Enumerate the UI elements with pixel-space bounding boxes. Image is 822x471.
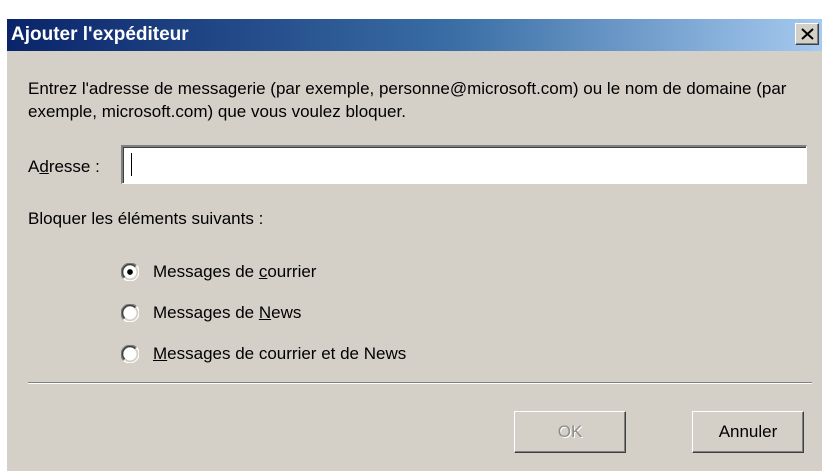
add-sender-dialog: Ajouter l'expéditeur Entrez l'adresse de…	[7, 19, 822, 471]
block-items-label: Bloquer les éléments suivants :	[28, 209, 264, 228]
radio-news-label: Messages de News	[153, 303, 302, 322]
radio-unselected-icon[interactable]	[121, 304, 139, 322]
separator-line	[28, 382, 812, 384]
radio-selected-icon[interactable]	[121, 263, 139, 281]
address-label: Adresse :	[28, 157, 100, 176]
instruction-text: Entrez l'adresse de messagerie (par exem…	[28, 79, 787, 121]
close-icon	[801, 28, 814, 40]
radio-mail-label: Messages de courrier	[153, 262, 317, 281]
address-input[interactable]	[121, 145, 807, 184]
title-bar[interactable]: Ajouter l'expéditeur	[7, 19, 822, 51]
radio-mail-and-news-label: Messages de courrier et de News	[153, 344, 407, 363]
ok-button[interactable]: OK	[514, 411, 626, 453]
close-button[interactable]	[795, 23, 819, 45]
radio-unselected-icon[interactable]	[121, 345, 139, 363]
text-caret	[131, 153, 132, 176]
cancel-button[interactable]: Annuler	[692, 411, 804, 453]
dialog-title: Ajouter l'expéditeur	[11, 24, 189, 45]
